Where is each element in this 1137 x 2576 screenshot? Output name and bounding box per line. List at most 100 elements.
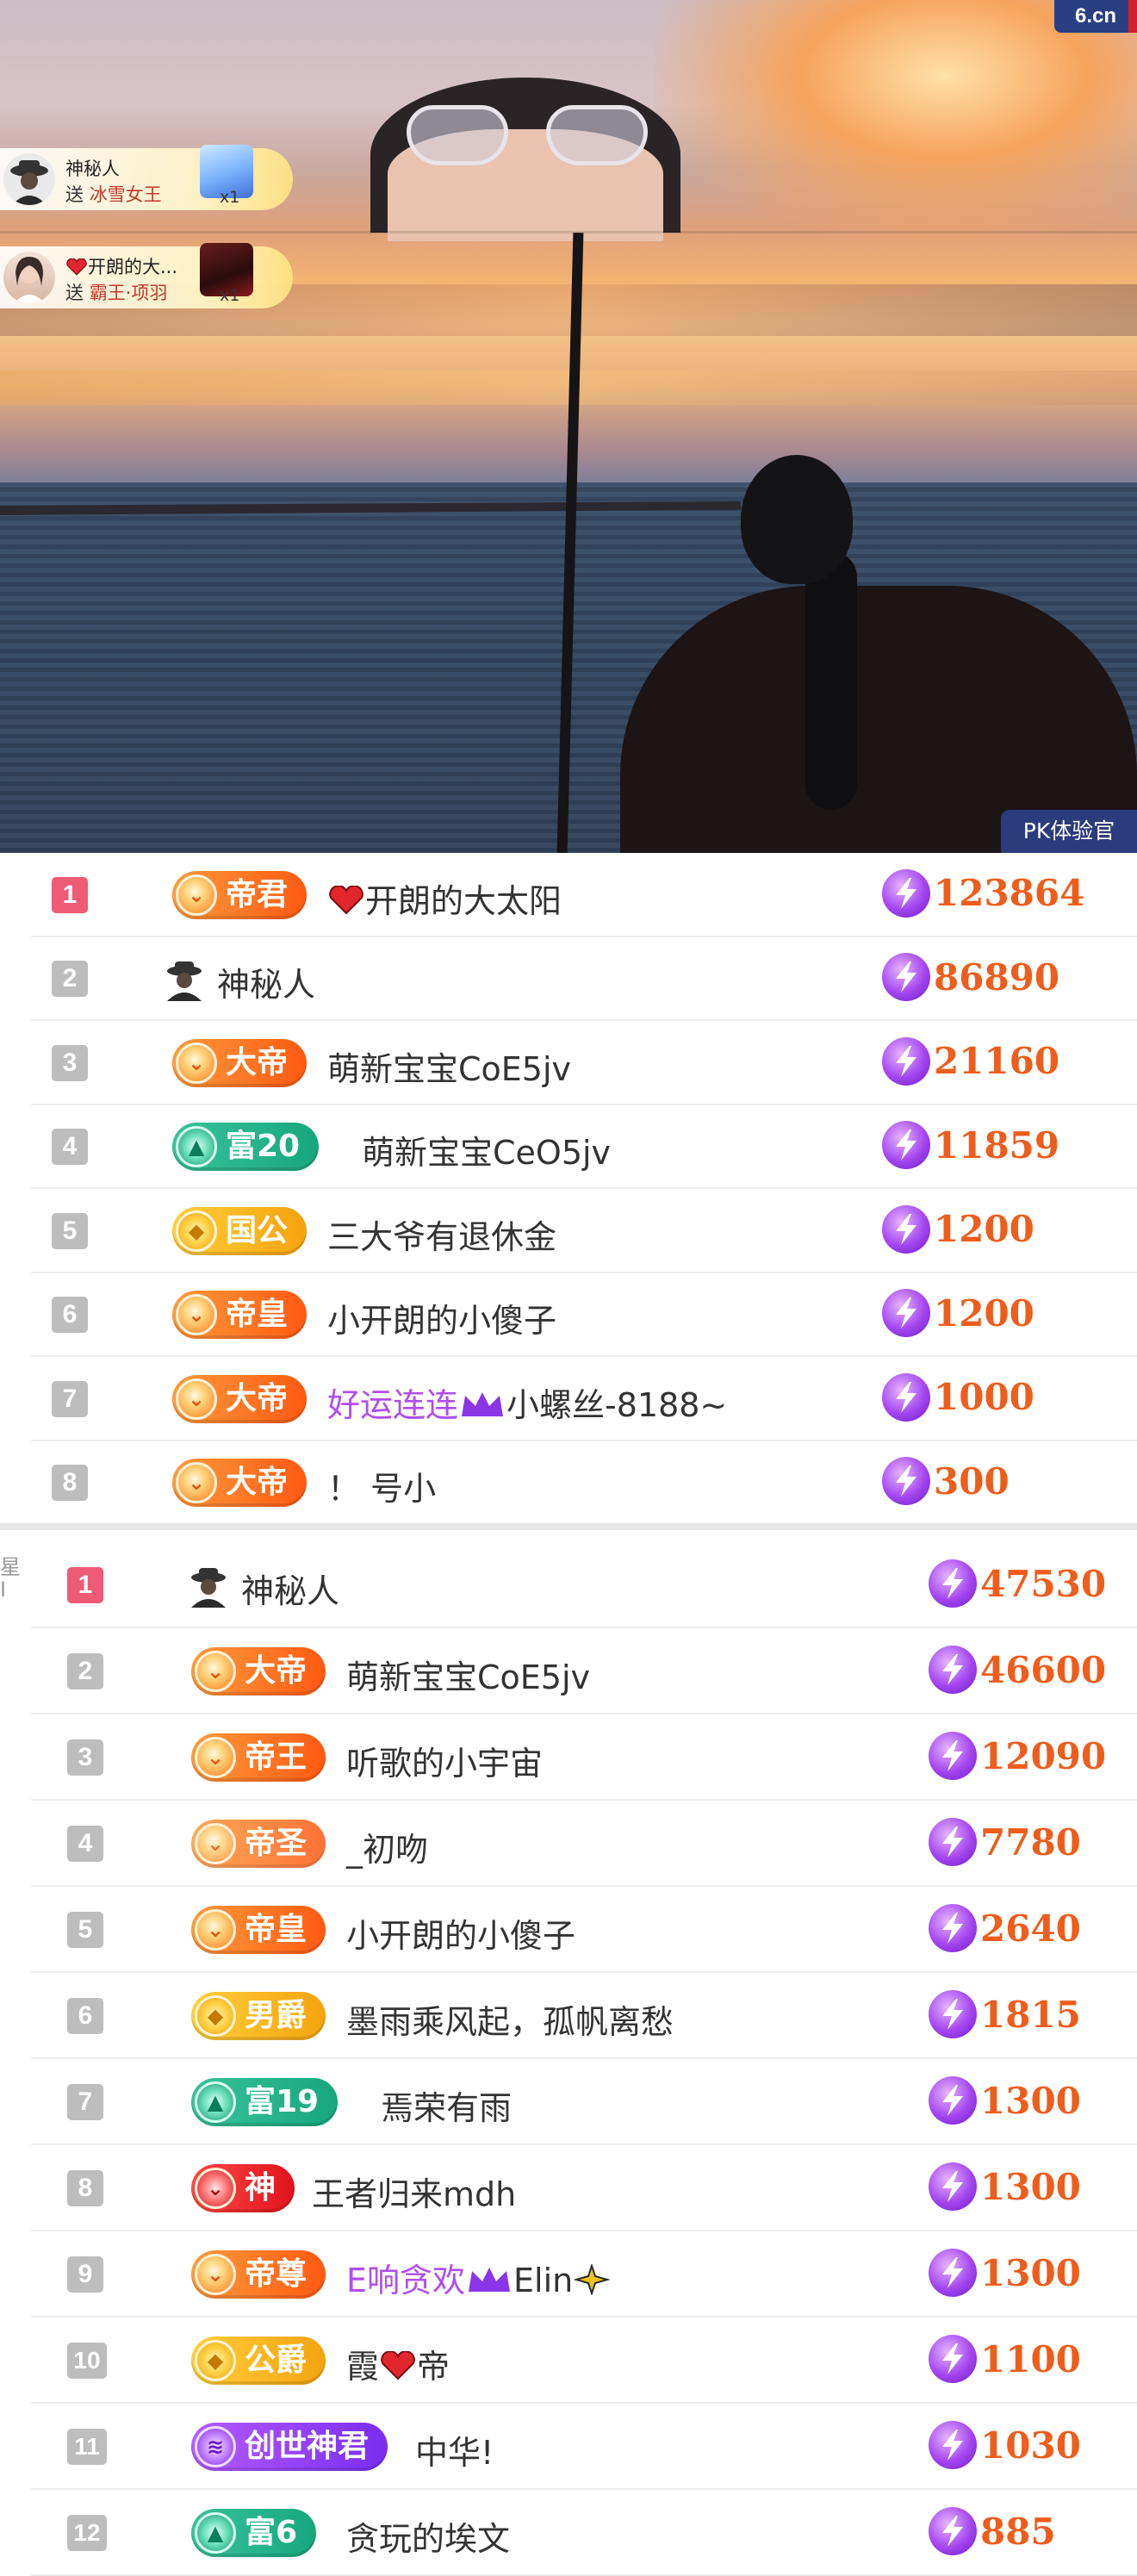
- level-badge: ⌄ 帝君: [172, 870, 308, 919]
- username[interactable]: 小开朗的小傻子: [327, 1294, 556, 1341]
- username[interactable]: ！ 号小: [327, 1462, 436, 1509]
- gift-notification: 神秘人 送 冰雪女王 x1: [0, 145, 293, 210]
- username[interactable]: 开朗的大太阳: [327, 874, 562, 922]
- gift-sender: 神秘人: [65, 159, 120, 179]
- rank-number: 6: [67, 1998, 103, 2034]
- ranking-row[interactable]: 12 ▲ 富6 贪玩的埃文 885: [31, 2490, 1137, 2576]
- ranking-row[interactable]: 2 神秘人 86890: [31, 937, 1137, 1021]
- username[interactable]: 王者归来mdh: [312, 2168, 516, 2215]
- badge-emblem-icon: ⌄: [176, 1378, 217, 1420]
- ranking-row[interactable]: 4 ▲ 富20 萌新宝宝CeO5jv 11859: [31, 1105, 1137, 1189]
- heart-icon: [381, 2351, 415, 2380]
- ranking-row[interactable]: 6 ◆ 男爵 墨雨乘风起，孤帆离愁 1815: [31, 1973, 1137, 2059]
- username[interactable]: 贪玩的埃文: [346, 2512, 510, 2560]
- badge-emblem-icon: ▲: [195, 2081, 236, 2123]
- site-logo: 6.cn: [1054, 0, 1137, 33]
- username[interactable]: 萌新宝宝CeO5jv: [362, 1126, 611, 1173]
- badge-emblem-icon: ⌄: [195, 1909, 236, 1951]
- username[interactable]: 好运连连 小螺丝-8188~: [327, 1378, 727, 1426]
- lightning-icon: [882, 953, 930, 1002]
- gift-count: x1: [220, 188, 240, 207]
- live-video-view[interactable]: 6.cn PK体验官: [0, 0, 1137, 853]
- badge-emblem-icon: ⌄: [176, 1462, 217, 1504]
- username[interactable]: 三大爷有退休金: [327, 1210, 556, 1258]
- ranking-row[interactable]: 6 ⌄ 帝皇 小开朗的小傻子 1200: [31, 1273, 1137, 1357]
- ranking-row[interactable]: 7 ▲ 富19 焉荣有雨 1300: [31, 2059, 1137, 2145]
- ranking-row[interactable]: 10 ◆ 公爵霞帝 1100: [31, 2318, 1137, 2404]
- level-badge: ⌄ 大帝: [172, 1038, 308, 1087]
- username[interactable]: 萌新宝宝CoE5jv: [346, 1651, 590, 1698]
- level-badge: ⌄ 帝圣: [191, 1820, 326, 1868]
- badge-emblem-icon: ⌄: [176, 1294, 217, 1336]
- ranking-row[interactable]: 8 ⌄ 神王者归来mdh 1300: [31, 2145, 1137, 2231]
- ranking-row[interactable]: 9 ⌄ 帝尊 E响贪欢 Elin 1300: [31, 2231, 1137, 2318]
- mystery-user-icon: [186, 1563, 231, 1608]
- rank-number: 7: [67, 2084, 103, 2120]
- mystery-user-icon: [162, 956, 207, 1002]
- level-badge: ⌄ 帝皇: [191, 1906, 326, 1954]
- rank-number: 9: [67, 2256, 103, 2293]
- ranking-row[interactable]: 3 ⌄ 帝王 听歌的小宇宙 12090: [31, 1714, 1137, 1801]
- ranking-row[interactable]: 5 ◆ 国公 三大爷有退休金 1200: [31, 1189, 1137, 1273]
- username[interactable]: _初吻: [346, 1823, 428, 1870]
- heart-icon: [66, 258, 87, 276]
- username[interactable]: 霞帝: [346, 2340, 450, 2387]
- badge-emblem-icon: ⌄: [195, 1823, 236, 1864]
- username[interactable]: 萌新宝宝CoE5jv: [327, 1042, 571, 1090]
- contribution-score: 12090: [929, 1732, 1106, 1780]
- rank-number: 5: [52, 1212, 88, 1249]
- username[interactable]: 神秘人: [217, 958, 315, 1005]
- ranking-row[interactable]: 1 神秘人 47530: [31, 1542, 1137, 1628]
- pk-badge[interactable]: PK体验官: [1001, 810, 1137, 853]
- badge-emblem-icon: ◆: [195, 1995, 236, 2037]
- gift-notification: 开朗的大... 送 霸王·项羽 x1: [0, 243, 293, 308]
- ranking-row[interactable]: 4 ⌄ 帝圣 _初吻 7780: [31, 1801, 1137, 1887]
- username[interactable]: 神秘人: [241, 1565, 339, 1612]
- ranking-row[interactable]: 1 ⌄ 帝君 开朗的大太阳 123864: [31, 853, 1137, 937]
- contribution-score: 1000: [882, 1372, 1034, 1422]
- ranking-row[interactable]: 3 ⌄ 大帝 萌新宝宝CoE5jv 21160: [31, 1021, 1137, 1105]
- username[interactable]: 听歌的小宇宙: [346, 1737, 543, 1784]
- ranking-row[interactable]: 2 ⌄ 大帝 萌新宝宝CoE5jv 46600: [31, 1628, 1137, 1714]
- badge-emblem-icon: ▲: [195, 2512, 236, 2554]
- level-badge: ▲ 富20: [172, 1123, 320, 1172]
- level-badge: ▲ 富19: [191, 2078, 339, 2126]
- level-badge: ◆ 国公: [172, 1206, 308, 1255]
- lightning-icon: [929, 1904, 977, 1952]
- rank-number: 8: [52, 1465, 88, 1502]
- ranking-row[interactable]: 11 ≋ 创世神君 中华! 1030: [31, 2404, 1137, 2490]
- lightning-icon: [929, 1646, 977, 1694]
- level-badge: ⌄ 大帝: [191, 1647, 326, 1696]
- level-badge: ◆ 公爵: [191, 2336, 326, 2385]
- lightning-icon: [929, 1818, 977, 1866]
- level-badge: ⌄ 大帝: [172, 1459, 308, 1508]
- rank-number: 1: [67, 1567, 103, 1603]
- contribution-score: 1200: [882, 1289, 1034, 1338]
- crown-icon: [462, 1391, 504, 1416]
- level-badge: ▲ 富6: [191, 2509, 317, 2557]
- lightning-icon: [929, 2249, 977, 2297]
- level-badge: ≋ 创世神君: [191, 2423, 388, 2471]
- gift-sender: 开朗的大...: [88, 257, 178, 277]
- lightning-icon: [882, 1036, 930, 1086]
- ranking-row[interactable]: 5 ⌄ 帝皇 小开朗的小傻子 2640: [31, 1887, 1137, 1973]
- rank-number: 4: [67, 1826, 103, 1862]
- sunglasses: [407, 105, 648, 165]
- username[interactable]: E响贪欢 Elin: [346, 2254, 611, 2301]
- level-badge: ⌄ 帝皇: [172, 1291, 308, 1340]
- ranking-row[interactable]: 7 ⌄ 大帝 好运连连 小螺丝-8188~ 1000: [31, 1357, 1137, 1441]
- rank-number: 5: [67, 1912, 103, 1948]
- username[interactable]: 中华!: [415, 2426, 494, 2473]
- username[interactable]: 墨雨乘风起，孤帆离愁: [346, 1995, 674, 2043]
- rank-number: 2: [52, 961, 88, 998]
- username[interactable]: 焉荣有雨: [381, 2081, 512, 2129]
- badge-emblem-icon: ⌄: [195, 2254, 236, 2295]
- lightning-icon: [882, 868, 930, 918]
- lightning-icon: [882, 1121, 930, 1170]
- edge-text: 星 I: [0, 1555, 21, 1602]
- contribution-score: 11859: [882, 1121, 1059, 1170]
- badge-emblem-icon: ≋: [195, 2426, 236, 2467]
- ranking-row[interactable]: 8 ⌄ 大帝 ！ 号小 300: [31, 1441, 1137, 1525]
- rank-number: 6: [52, 1297, 88, 1334]
- username[interactable]: 小开朗的小傻子: [346, 1909, 575, 1957]
